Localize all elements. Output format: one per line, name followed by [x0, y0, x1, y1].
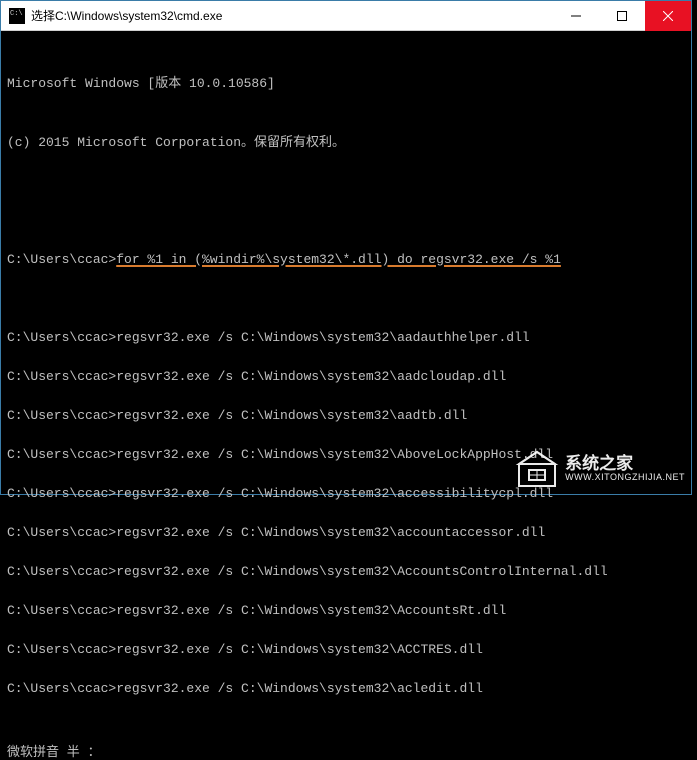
blank-line	[7, 191, 685, 211]
output-line: C:\Users\ccac>regsvr32.exe /s C:\Windows…	[7, 523, 685, 543]
ime-status: 微软拼音 半 ：	[1, 741, 691, 760]
cmd-icon	[9, 8, 25, 24]
typed-command: for %1 in (%windir%\system32\*.dll) do r…	[116, 252, 561, 267]
output-line: C:\Users\ccac>regsvr32.exe /s C:\Windows…	[7, 679, 685, 699]
command-line: C:\Users\ccac>for %1 in (%windir%\system…	[7, 250, 685, 270]
version-line: Microsoft Windows [版本 10.0.10586]	[7, 74, 685, 94]
output-line: C:\Users\ccac>regsvr32.exe /s C:\Windows…	[7, 406, 685, 426]
blank-line	[7, 503, 685, 523]
close-button[interactable]	[645, 1, 691, 31]
blank-line	[7, 347, 685, 367]
maximize-button[interactable]	[599, 1, 645, 31]
blank-line	[7, 659, 685, 679]
blank-line	[7, 425, 685, 445]
output-line: C:\Users\ccac>regsvr32.exe /s C:\Windows…	[7, 367, 685, 387]
output-line: C:\Users\ccac>regsvr32.exe /s C:\Windows…	[7, 445, 685, 465]
cmd-window: 选择C:\Windows\system32\cmd.exe Microsoft …	[0, 0, 692, 495]
blank-line	[7, 581, 685, 601]
blank-line	[7, 308, 685, 328]
titlebar[interactable]: 选择C:\Windows\system32\cmd.exe	[1, 1, 691, 31]
blank-line	[7, 620, 685, 640]
output-line: C:\Users\ccac>regsvr32.exe /s C:\Windows…	[7, 640, 685, 660]
blank-line	[7, 542, 685, 562]
output-line: C:\Users\ccac>regsvr32.exe /s C:\Windows…	[7, 328, 685, 348]
window-title: 选择C:\Windows\system32\cmd.exe	[31, 7, 553, 24]
copyright-line: (c) 2015 Microsoft Corporation。保留所有权利。	[7, 133, 685, 153]
terminal-output[interactable]: Microsoft Windows [版本 10.0.10586] (c) 20…	[1, 31, 691, 741]
window-controls	[553, 1, 691, 30]
output-line: C:\Users\ccac>regsvr32.exe /s C:\Windows…	[7, 601, 685, 621]
prompt: C:\Users\ccac>	[7, 252, 116, 267]
minimize-button[interactable]	[553, 1, 599, 31]
output-line: C:\Users\ccac>regsvr32.exe /s C:\Windows…	[7, 562, 685, 582]
output-line: C:\Users\ccac>regsvr32.exe /s C:\Windows…	[7, 484, 685, 504]
blank-line	[7, 464, 685, 484]
blank-line	[7, 386, 685, 406]
